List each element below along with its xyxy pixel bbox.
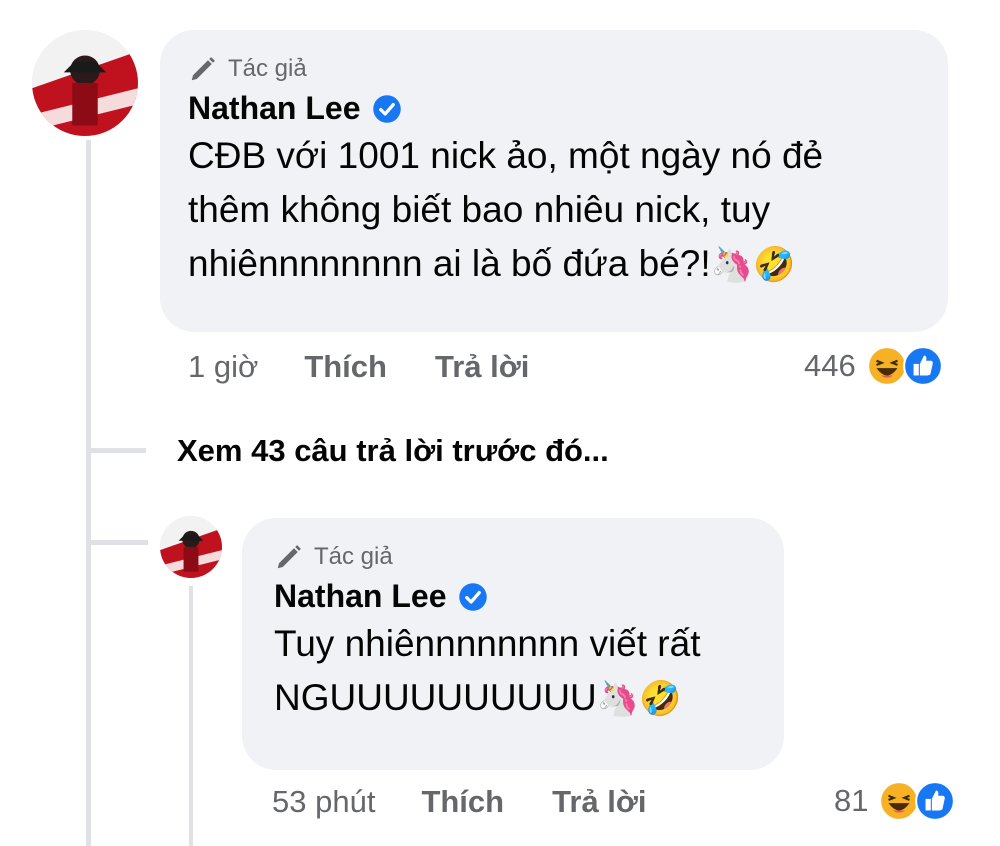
comment-text: CĐB với 1001 nick ảo, một ngày nó đẻ thê…: [188, 129, 918, 291]
verified-badge-icon: [458, 582, 488, 612]
pen-icon: [274, 542, 304, 572]
reply-button[interactable]: Trả lời: [435, 349, 529, 385]
like-button[interactable]: Thích: [304, 349, 387, 385]
author-badge: Tác giả: [274, 542, 754, 572]
timestamp[interactable]: 1 giờ: [188, 349, 258, 385]
comment-text: Tuy nhiênnnnnnnn viết rất NGUUUUUUUUUU🦄🤣: [274, 617, 754, 725]
comment-line: thêm không biết bao nhiêu nick, tuy: [188, 189, 771, 230]
author-name[interactable]: Nathan Lee: [274, 578, 446, 615]
comment-line: nhiênnnnnnnn ai là bố đứa bé?!: [188, 243, 711, 284]
reaction-count: 446: [804, 348, 856, 383]
like-icon: [914, 780, 956, 822]
author-badge-label: Tác giả: [228, 55, 307, 82]
avatar-image: [32, 30, 138, 136]
comment-actions: 53 phút Thích Trả lời: [272, 784, 695, 820]
thread-line-branch-reply: [86, 540, 148, 545]
author-badge: Tác giả: [188, 54, 918, 84]
view-previous-replies-link[interactable]: Xem 43 câu trả lời trước đó...: [177, 433, 609, 469]
avatar[interactable]: [32, 30, 138, 136]
timestamp[interactable]: 53 phút: [272, 784, 375, 820]
like-button[interactable]: Thích: [421, 784, 504, 820]
comment-line: Tuy nhiênnnnnnnn viết rất: [274, 623, 701, 664]
emoji-unicorn-rofl: 🦄🤣: [710, 246, 796, 284]
comment-actions: 1 giờ Thích Trả lời: [188, 349, 577, 385]
comment-bubble: Tác giả Nathan Lee CĐB với 1001 nick ảo,…: [160, 30, 948, 332]
author-badge-label: Tác giả: [314, 543, 393, 570]
comment-bubble: Tác giả Nathan Lee Tuy nhiênnnnnnnn viết…: [242, 518, 784, 770]
pen-icon: [188, 54, 218, 84]
author-name[interactable]: Nathan Lee: [188, 90, 360, 127]
reply-button[interactable]: Trả lời: [552, 784, 646, 820]
emoji-unicorn-rofl: 🦄🤣: [596, 680, 682, 718]
reactions-summary[interactable]: 81: [834, 780, 956, 822]
avatar-image: [160, 516, 222, 578]
thread-line-branch-view-more: [86, 448, 146, 453]
comment-line: NGUUUUUUUUUU: [274, 677, 597, 718]
verified-badge-icon: [372, 94, 402, 124]
comment-line: CĐB với 1001 nick ảo, một ngày nó đẻ: [188, 135, 824, 176]
avatar[interactable]: [160, 516, 222, 578]
reactions-summary[interactable]: 446: [804, 345, 944, 387]
like-icon: [902, 345, 944, 387]
thread-line-main: [86, 140, 91, 846]
reaction-count: 81: [834, 783, 869, 818]
thread-line-reply: [189, 586, 193, 846]
